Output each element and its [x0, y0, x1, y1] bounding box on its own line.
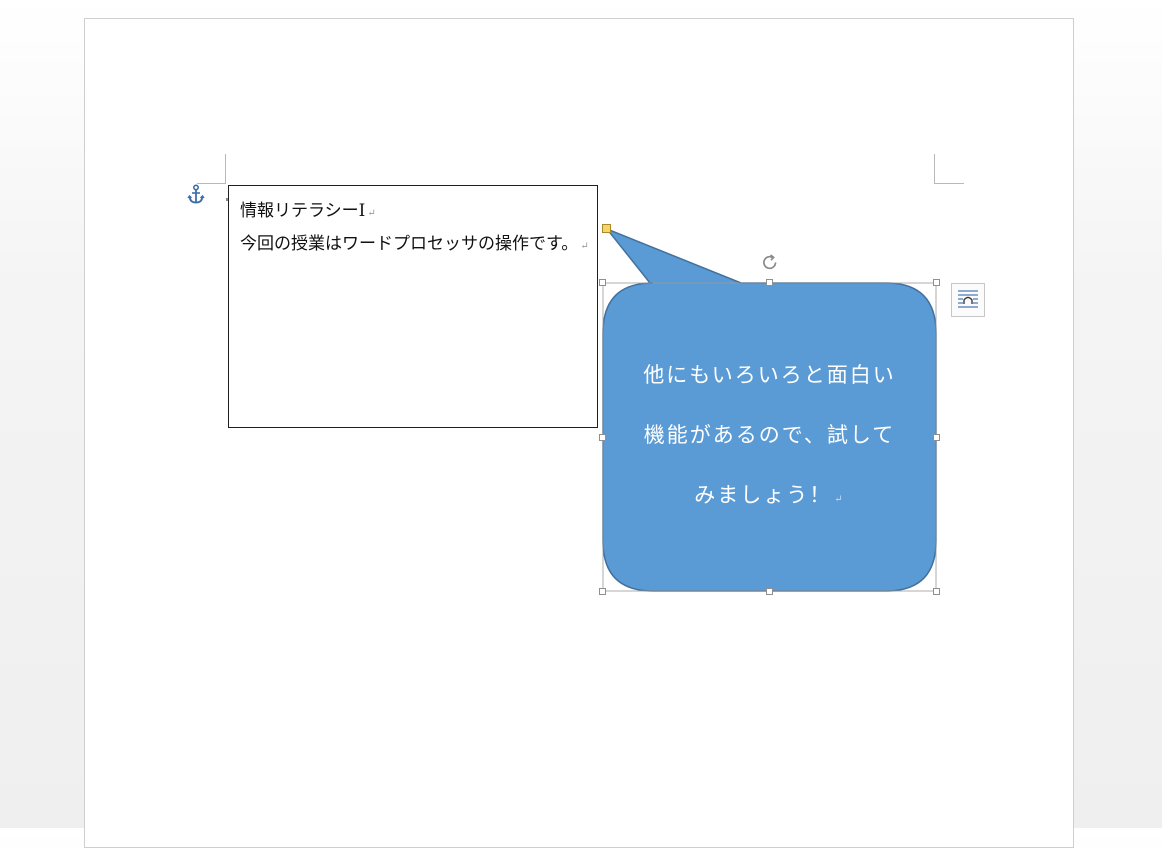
callout-text[interactable]: 他にもいろいろと面白い 機能があるので、試して みましょう！ ↵: [603, 345, 936, 530]
layout-options-button[interactable]: [951, 283, 985, 317]
rotate-handle-icon[interactable]: [760, 253, 780, 273]
callout-line: 機能があるので、試して: [643, 423, 896, 447]
resize-handle-bottom-left[interactable]: [599, 588, 606, 595]
resize-handle-top-left[interactable]: [599, 279, 606, 286]
resize-handle-top-right[interactable]: [933, 279, 940, 286]
callout-line: みましょう！ ↵: [603, 465, 936, 530]
resize-handle-right[interactable]: [933, 434, 940, 441]
paragraph-mark-icon: ↵: [367, 208, 376, 219]
callout-line: 他にもいろいろと面白い: [643, 363, 896, 387]
callout-pointer-adjust-handle[interactable]: [602, 224, 611, 233]
margin-corner-top-left: [225, 154, 226, 183]
resize-handle-bottom-right[interactable]: [933, 588, 940, 595]
margin-corner-top-right: [934, 183, 964, 184]
paragraph-mark-icon: ↵: [580, 241, 589, 252]
margin-corner-top-right: [934, 154, 935, 183]
text-box-body[interactable]: 今回の授業はワードプロセッサの操作です。: [240, 234, 578, 254]
callout-line-text: みましょう！: [694, 483, 833, 507]
resize-handle-bottom[interactable]: [766, 588, 773, 595]
anchor-icon[interactable]: [187, 184, 205, 206]
layout-options-icon: [958, 290, 978, 308]
text-box-line: 情報リテラシーⅠ ↵: [240, 196, 597, 229]
text-box-line: 今回の授業はワードプロセッサの操作です。 ↵: [240, 229, 597, 262]
text-box-title[interactable]: 情報リテラシーⅠ: [240, 201, 365, 221]
resize-handle-top[interactable]: [766, 279, 773, 286]
text-box[interactable]: 情報リテラシーⅠ ↵ 今回の授業はワードプロセッサの操作です。 ↵: [228, 185, 598, 428]
resize-handle-left[interactable]: [599, 434, 606, 441]
paragraph-mark-icon: ↵: [834, 494, 845, 505]
